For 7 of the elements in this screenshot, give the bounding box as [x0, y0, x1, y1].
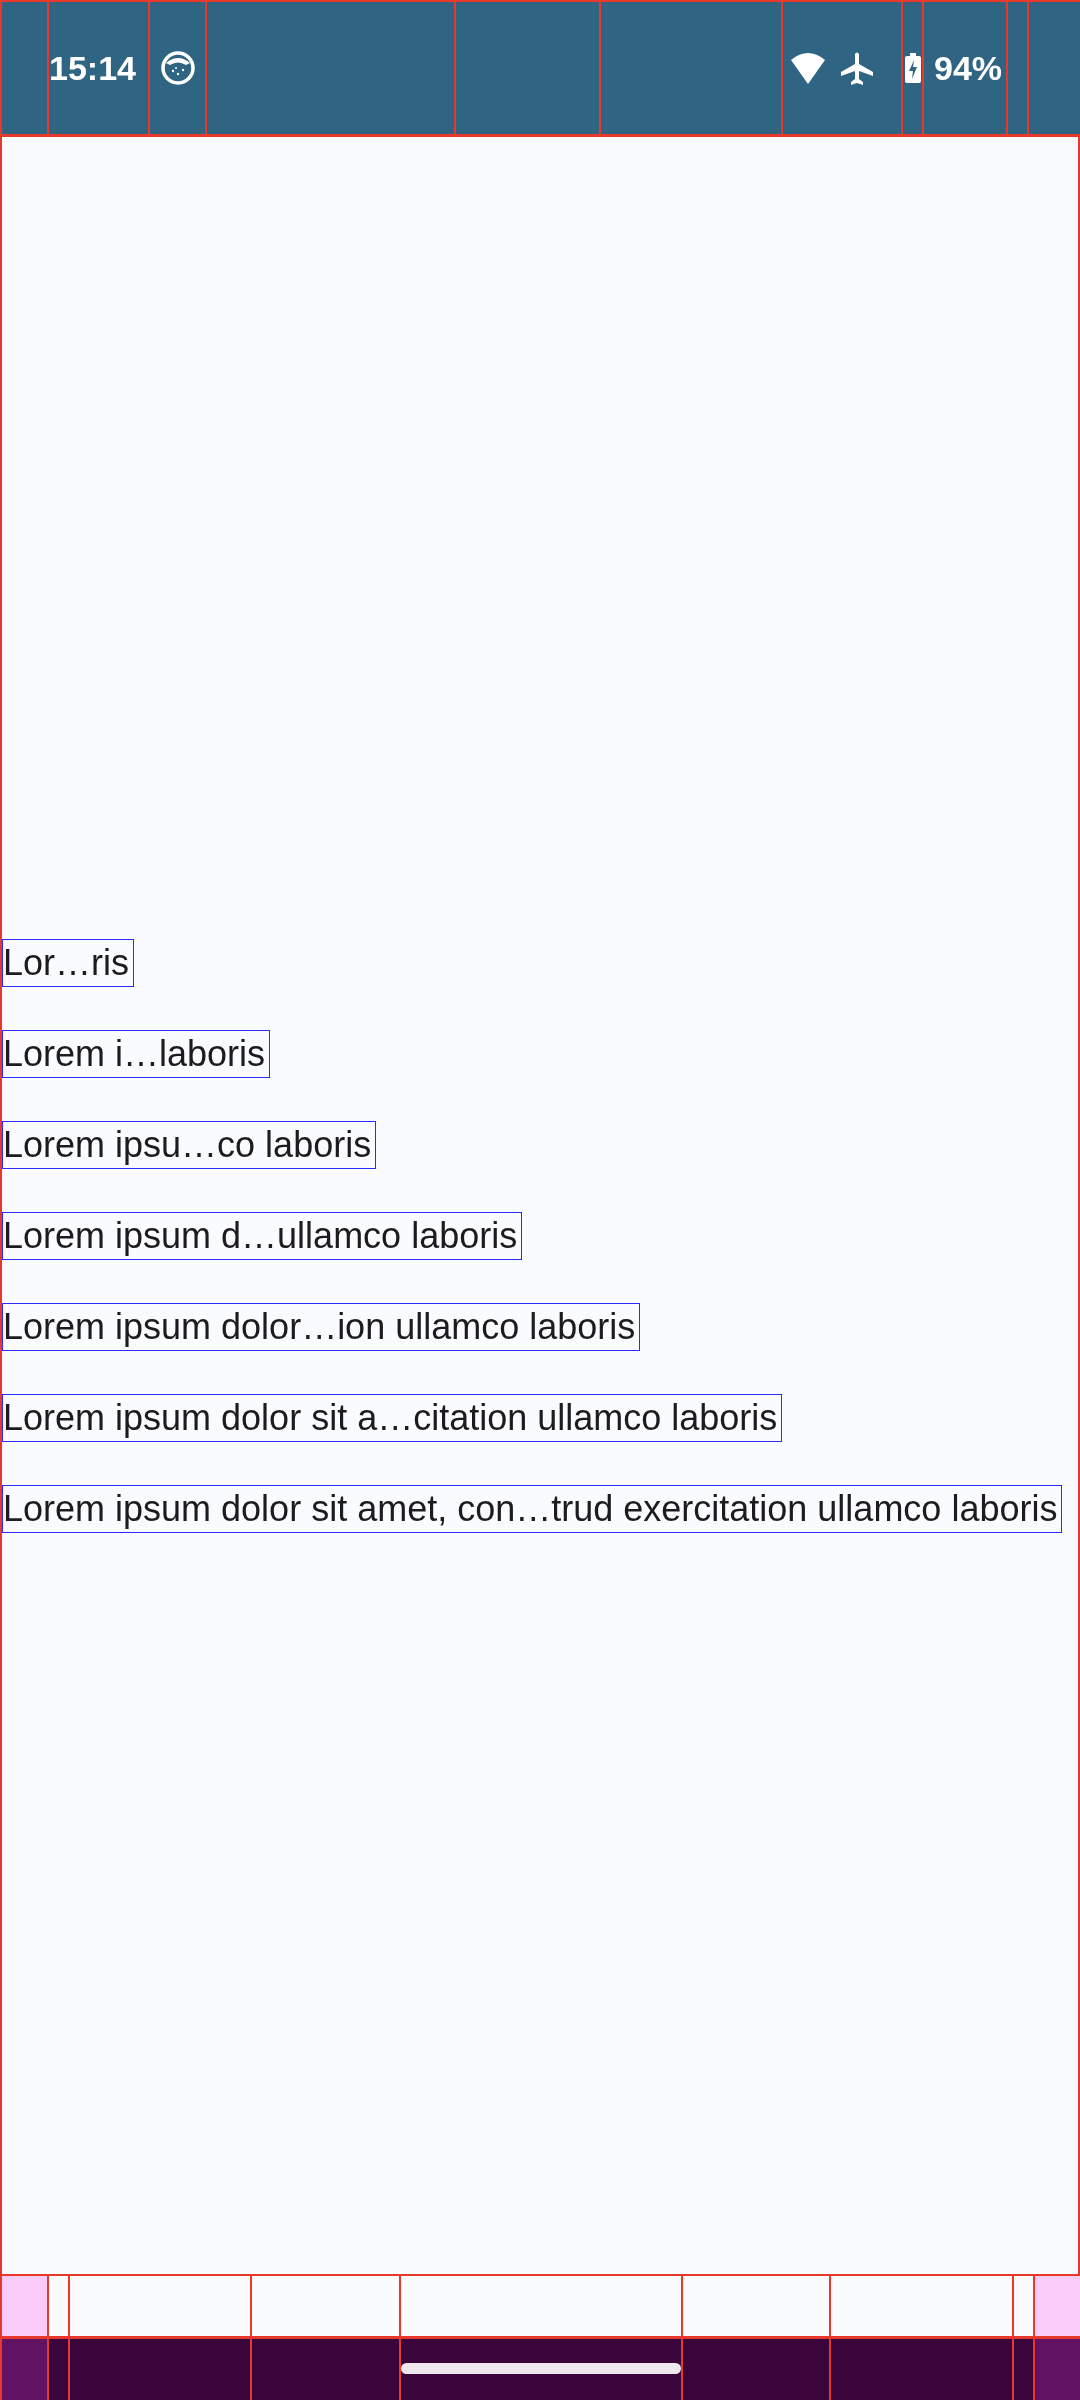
wifi-icon [791, 52, 825, 84]
battery-percentage: 94% [934, 51, 1003, 85]
battery-charging-icon [904, 53, 921, 83]
airplane-icon [841, 51, 873, 85]
clock-time: 15:14 [49, 51, 136, 85]
notification-icon [160, 51, 195, 85]
home-handle[interactable] [401, 2363, 681, 2374]
